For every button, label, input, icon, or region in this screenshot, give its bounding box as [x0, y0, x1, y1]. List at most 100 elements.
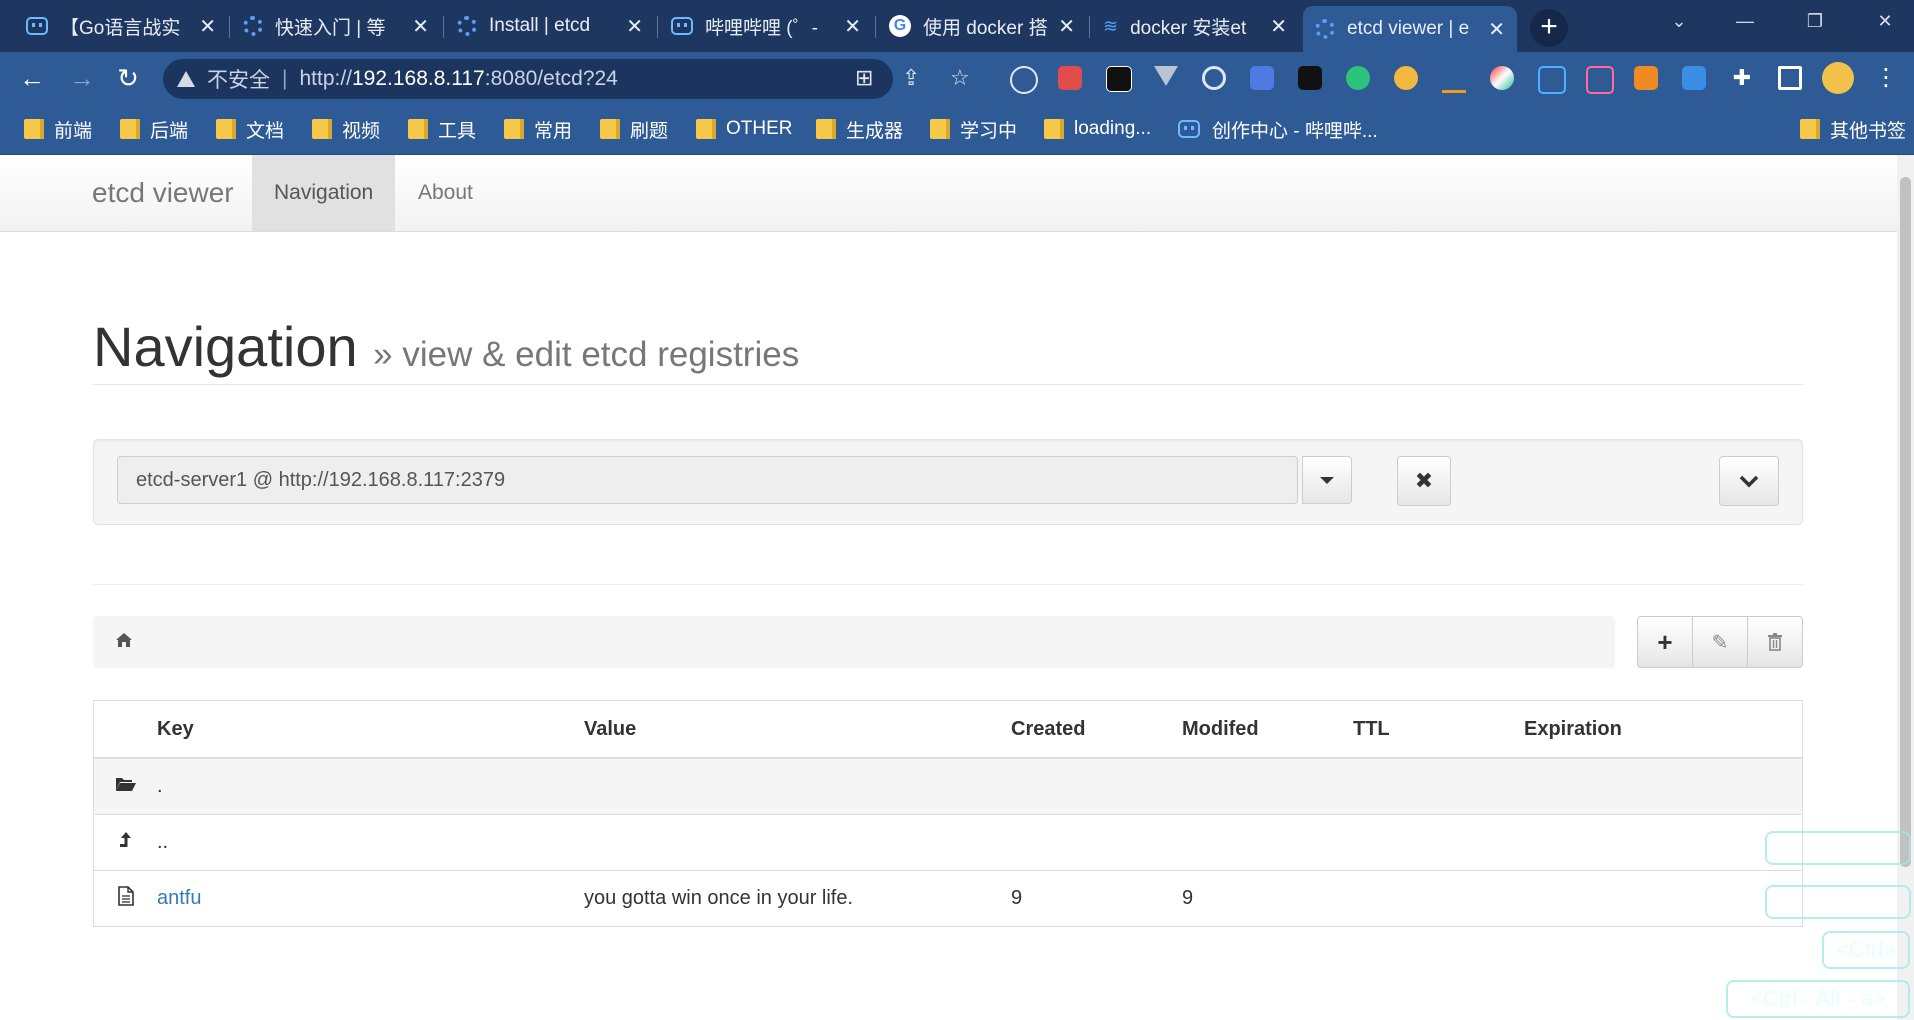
bookmark-folder[interactable]: 生成器 [816, 116, 903, 142]
forward-icon[interactable]: → [66, 62, 98, 94]
bookmark-folder[interactable]: 文档 [216, 116, 284, 142]
extension-earth-icon[interactable] [1394, 66, 1418, 90]
column-header-ttl[interactable]: TTL [1353, 700, 1524, 759]
table-row[interactable]: .. [93, 814, 1803, 871]
more-menu-icon[interactable]: ⋮ [1874, 66, 1898, 90]
extension-color-icon[interactable] [1490, 66, 1514, 90]
extension-window-icon[interactable] [1250, 66, 1274, 90]
close-icon[interactable]: ✕ [1270, 14, 1287, 39]
bookmark-folder[interactable]: 常用 [504, 116, 572, 142]
avatar[interactable] [1822, 62, 1854, 94]
bookmark-folder[interactable]: 前端 [24, 116, 92, 142]
bookmark-link[interactable]: 创作中心 - 哔哩哔... [1178, 116, 1378, 142]
extension-edit-icon[interactable] [1346, 66, 1370, 90]
browser-tab[interactable]: 哔哩哔哩 (゜- ✕ [659, 6, 873, 46]
bookmark-label: 创作中心 - 哔哩哔... [1212, 120, 1378, 142]
restore-icon[interactable]: ❐ [1786, 0, 1844, 42]
server-selector-panel: etcd-server1 @ http://192.168.8.117:2379… [93, 439, 1803, 525]
extension-amazon-icon[interactable] [1442, 66, 1466, 93]
close-window-icon[interactable]: ✕ [1856, 0, 1914, 42]
other-bookmarks-folder[interactable]: 其他书签 [1800, 116, 1906, 142]
new-tab-button[interactable]: + [1530, 9, 1568, 47]
expand-panel-button[interactable] [1719, 456, 1779, 506]
remove-server-button[interactable]: ✖ [1397, 456, 1451, 506]
folder-icon [408, 119, 428, 139]
extension-glasses-icon[interactable] [1106, 66, 1132, 92]
extension-bili-pink-icon[interactable] [1586, 66, 1614, 94]
row-ttl [1353, 870, 1524, 927]
bookmark-folder[interactable]: OTHER [696, 116, 793, 142]
close-icon[interactable]: ✕ [412, 14, 429, 39]
close-icon[interactable]: ✕ [199, 14, 216, 39]
reload-icon[interactable]: ↻ [112, 62, 144, 94]
folder-icon [504, 119, 524, 139]
file-icon [93, 870, 157, 927]
tab-search-icon[interactable]: ⌄ [1650, 0, 1708, 42]
react-devtools-icon[interactable] [1010, 66, 1038, 94]
close-icon[interactable]: ✕ [626, 14, 643, 39]
folder-icon [1044, 119, 1064, 139]
tab-title: 【Go语言战实 [60, 17, 181, 39]
delete-key-button[interactable] [1747, 616, 1803, 668]
extension-cube-icon[interactable] [1058, 66, 1082, 90]
extension-target-icon[interactable] [1202, 66, 1226, 90]
share-icon[interactable]: ⇪ [902, 65, 920, 91]
app-brand[interactable]: etcd viewer [92, 177, 234, 209]
minimize-icon[interactable]: — [1716, 0, 1774, 42]
row-expiration [1524, 870, 1803, 927]
page-viewport: etcd viewer Navigation About Navigation … [0, 155, 1914, 1020]
browser-tab-active[interactable]: etcd viewer | e ✕ [1303, 6, 1517, 52]
browser-tab[interactable]: 快速入门 | 等 ✕ [231, 6, 441, 46]
scrollbar-thumb[interactable] [1900, 177, 1911, 867]
row-key-link[interactable]: antfu [157, 870, 584, 927]
extensions-puzzle-icon[interactable]: ✚ [1730, 66, 1754, 90]
close-icon[interactable]: ✕ [1058, 14, 1075, 39]
bookmark-folder[interactable]: 视频 [312, 116, 380, 142]
add-key-button[interactable]: + [1637, 616, 1693, 668]
server-select[interactable]: etcd-server1 @ http://192.168.8.117:2379 [117, 456, 1298, 504]
bookmark-folder[interactable]: 刷题 [600, 116, 668, 142]
bookmark-label: 生成器 [846, 120, 904, 142]
vue-devtools-icon[interactable] [1154, 66, 1178, 86]
browser-tab[interactable]: Install | etcd ✕ [445, 6, 655, 46]
column-header-expiration[interactable]: Expiration [1524, 700, 1803, 759]
bookmark-folder[interactable]: 学习中 [930, 116, 1017, 142]
table-row[interactable]: . [93, 757, 1803, 815]
column-header-created[interactable]: Created [1011, 700, 1182, 759]
edit-key-button[interactable]: ✎ [1692, 616, 1748, 668]
side-panel-icon[interactable] [1778, 66, 1802, 90]
nav-navigation[interactable]: Navigation [252, 155, 396, 231]
server-dropdown-button[interactable] [1302, 456, 1352, 504]
tab-divider [229, 16, 230, 38]
close-icon: ✖ [1414, 468, 1434, 493]
browser-tab[interactable]: 【Go语言战实 ✕ [14, 6, 228, 46]
nav-about[interactable]: About [396, 155, 495, 231]
home-icon[interactable] [115, 632, 133, 654]
column-header-modified[interactable]: Modifed [1182, 700, 1353, 759]
browser-tab[interactable]: ≋ docker 安装et ✕ [1091, 6, 1299, 46]
bookmark-star-icon[interactable]: ☆ [950, 65, 970, 91]
extension-terminal-icon[interactable] [1298, 66, 1322, 90]
bookmark-label: 学习中 [960, 120, 1018, 142]
address-bar[interactable]: 不安全 | http://192.168.8.117:8080/etcd?24 [163, 59, 893, 99]
keystroke-overlay: <Ctrl> [1822, 931, 1910, 969]
row-key[interactable]: .. [157, 814, 584, 871]
column-header-value[interactable]: Value [584, 700, 1011, 759]
close-icon[interactable]: ✕ [844, 14, 861, 39]
back-icon[interactable]: ← [16, 62, 48, 94]
translate-icon[interactable]: ⊞ [855, 65, 873, 91]
extension-bili-icon[interactable] [1538, 66, 1566, 94]
column-header-key[interactable]: Key [157, 700, 584, 759]
bookmark-folder[interactable]: loading... [1044, 116, 1151, 142]
bookmark-folder[interactable]: 工具 [408, 116, 476, 142]
browser-tab[interactable]: G 使用 docker 搭 ✕ [877, 6, 1087, 46]
gear-icon [1315, 19, 1335, 39]
extension-fox-icon[interactable] [1634, 66, 1658, 90]
row-value [584, 757, 1011, 815]
close-icon[interactable]: ✕ [1488, 17, 1505, 42]
row-value [584, 814, 1011, 871]
table-row[interactable]: antfu you gotta win once in your life. 9… [93, 870, 1803, 927]
bookmark-folder[interactable]: 后端 [120, 116, 188, 142]
extension-download-icon[interactable] [1682, 66, 1706, 90]
row-key[interactable]: . [157, 757, 584, 815]
